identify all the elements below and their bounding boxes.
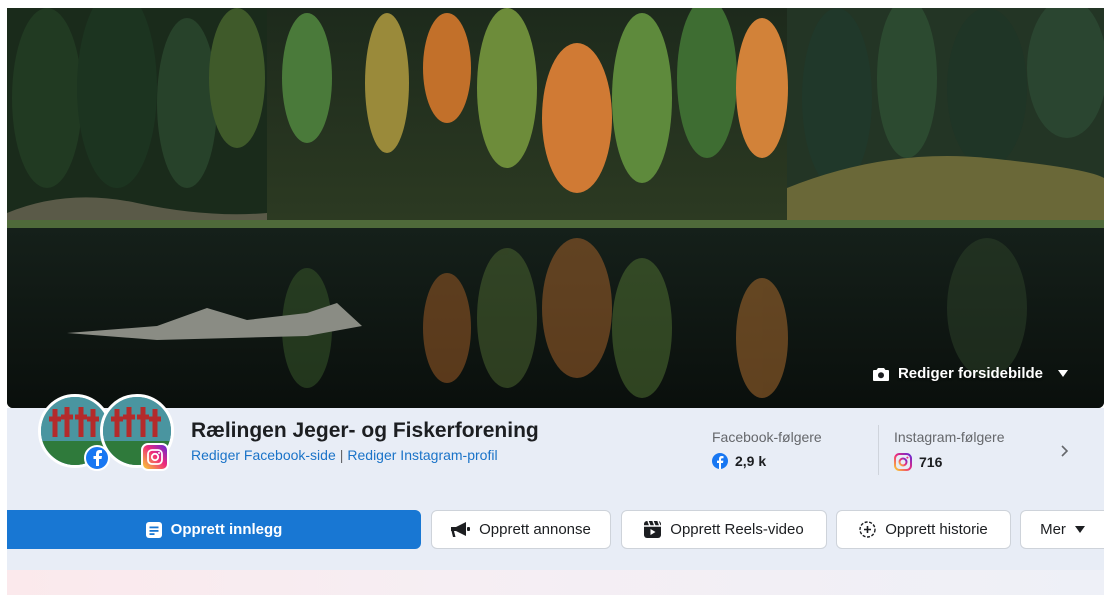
more-label: Mer <box>1040 521 1066 538</box>
story-icon <box>859 521 876 538</box>
chevron-down-icon <box>1074 526 1085 533</box>
create-story-button[interactable]: Opprett historie <box>836 510 1011 549</box>
megaphone-icon <box>451 521 471 537</box>
facebook-followers-count: 2,9 k <box>735 453 767 469</box>
edit-instagram-profile-link[interactable]: Rediger Instagram-profil <box>347 447 497 463</box>
create-post-button[interactable]: Opprett innlegg <box>7 510 421 549</box>
cover-photo-image <box>7 8 1104 408</box>
chevron-right-icon[interactable] <box>1058 441 1072 461</box>
stat-divider <box>878 425 879 475</box>
instagram-followers-label: Instagram-følgere <box>894 429 1005 445</box>
camera-icon <box>872 367 889 381</box>
instagram-followers-count: 716 <box>919 454 943 470</box>
more-button[interactable]: Mer <box>1020 510 1104 549</box>
create-reels-button[interactable]: Opprett Reels-video <box>621 510 827 549</box>
facebook-followers-label: Facebook-følgere <box>712 429 822 445</box>
instagram-icon <box>894 453 912 471</box>
create-post-label: Opprett innlegg <box>170 521 283 538</box>
page-edit-links: Rediger Facebook-side | Rediger Instagram-… <box>191 447 498 463</box>
profile-avatars <box>30 388 180 474</box>
profile-band-fade <box>7 570 1104 595</box>
link-separator: | <box>339 447 344 463</box>
post-icon <box>145 521 162 538</box>
facebook-followers-stat[interactable]: Facebook-følgere 2,9 k <box>712 429 822 469</box>
instagram-followers-stat[interactable]: Instagram-følgere 716 <box>894 429 1004 471</box>
cover-photo: Rediger forsidebilde <box>7 8 1104 408</box>
edit-cover-button[interactable]: Rediger forsidebilde <box>872 365 1068 382</box>
chevron-down-icon <box>1058 370 1068 377</box>
facebook-icon <box>93 450 102 466</box>
create-story-label: Opprett historie <box>885 521 988 538</box>
create-reels-label: Opprett Reels-video <box>670 521 804 538</box>
edit-facebook-page-link[interactable]: Rediger Facebook-side <box>191 447 336 463</box>
create-ad-button[interactable]: Opprett annonse <box>431 510 611 549</box>
instagram-icon <box>147 449 163 465</box>
facebook-icon <box>712 453 728 469</box>
reels-icon <box>644 521 662 538</box>
instagram-badge <box>141 443 169 471</box>
edit-cover-label: Rediger forsidebilde <box>897 365 1043 382</box>
create-ad-label: Opprett annonse <box>479 521 591 538</box>
facebook-badge <box>84 445 110 471</box>
page-title: Rælingen Jeger- og Fiskerforening <box>191 419 539 442</box>
